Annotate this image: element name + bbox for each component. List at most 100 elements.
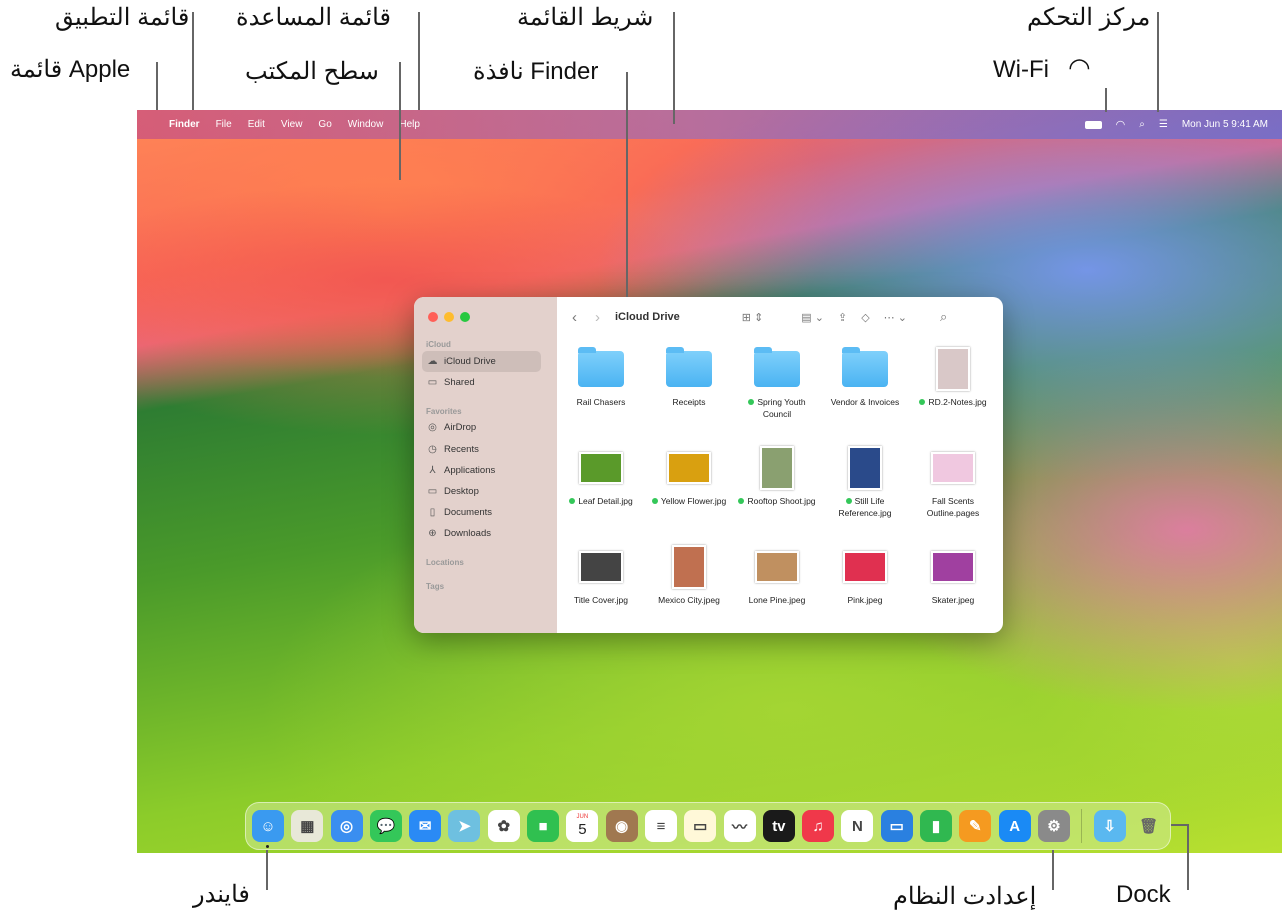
file-item[interactable]: Fall Scents Outline.pages — [909, 446, 997, 545]
search-icon[interactable]: ⌕ — [940, 309, 947, 325]
calendar-icon: 5 — [578, 821, 586, 838]
dock-app-tv[interactable]: tv — [763, 810, 795, 842]
dock-app-reminders[interactable]: ≡ — [645, 810, 677, 842]
spotlight-icon[interactable]: ⌕ — [1139, 119, 1145, 130]
forward-button[interactable]: › — [595, 309, 600, 326]
sidebar-item-recents[interactable]: ◷Recents — [422, 439, 541, 460]
numbers-icon: ▮ — [932, 817, 940, 835]
menu-file[interactable]: File — [216, 119, 232, 130]
sidebar-item-shared[interactable]: ▭Shared — [422, 372, 541, 393]
sidebar-item-label: AirDrop — [444, 422, 476, 433]
more-icon[interactable]: ⋯ ⌄ — [884, 311, 907, 324]
file-item[interactable]: Pink.jpeg — [821, 545, 909, 633]
sidebar-item-documents[interactable]: ▯Documents — [422, 502, 541, 523]
dock-app-freeform[interactable]: 〰 — [724, 810, 756, 842]
file-item[interactable]: Receipts — [645, 347, 733, 446]
menu-edit[interactable]: Edit — [248, 119, 265, 130]
tag-icon[interactable]: ◇ — [861, 311, 869, 324]
callout-system-settings: إعدادت النظام — [893, 882, 1036, 912]
callout-help-menu: قائمة المساعدة — [236, 3, 391, 33]
menu-finder[interactable]: Finder — [169, 119, 200, 130]
file-item[interactable]: Title Cover.jpg — [557, 545, 645, 633]
dock-app-contacts[interactable]: ◉ — [606, 810, 638, 842]
file-item[interactable]: Yellow Flower.jpg — [645, 446, 733, 545]
wifi-icon[interactable]: ◠ — [1116, 118, 1126, 131]
back-button[interactable]: ‹ — [572, 309, 577, 326]
menu-datetime[interactable]: Mon Jun 5 9:41 AM — [1182, 119, 1268, 130]
file-item[interactable]: Still Life Reference.jpg — [821, 446, 909, 545]
dock-app-maps[interactable]: ➤ — [448, 810, 480, 842]
share-icon[interactable]: ⇪ — [838, 311, 847, 324]
close-button[interactable] — [428, 312, 438, 322]
folder-icon — [841, 347, 889, 391]
sidebar-item-icloud-drive[interactable]: ☁iCloud Drive — [422, 351, 541, 372]
dock-trash[interactable]: 🗑 — [1133, 810, 1165, 842]
desktop-icon: ▭ — [427, 486, 438, 497]
sidebar-item-applications[interactable]: ⅄Applications — [422, 460, 541, 481]
sync-status-icon — [569, 498, 575, 504]
menu-go[interactable]: Go — [318, 119, 331, 130]
sidebar-item-desktop[interactable]: ▭Desktop — [422, 481, 541, 502]
callout-menu-bar: شريط القائمة — [517, 3, 653, 33]
file-name: Spring Youth Council — [737, 396, 817, 420]
running-indicator — [266, 845, 269, 848]
menu-window[interactable]: Window — [348, 119, 384, 130]
sidebar-item-downloads[interactable]: ⊕Downloads — [422, 523, 541, 544]
dock-app-notes[interactable]: ▭ — [684, 810, 716, 842]
file-item[interactable]: Mexico City.jpeg — [645, 545, 733, 633]
folder-icon — [753, 347, 801, 391]
dock-app-launchpad[interactable]: ▦ — [291, 810, 323, 842]
file-name: Vendor & Invoices — [831, 396, 900, 408]
menu-view[interactable]: View — [281, 119, 303, 130]
file-name: Pink.jpeg — [848, 594, 883, 606]
dock-app-finder[interactable]: ☺ — [252, 810, 284, 842]
image-thumbnail — [577, 545, 625, 589]
airdrop-icon: ◎ — [427, 422, 438, 433]
dock-app-system-settings[interactable]: ⚙ — [1038, 810, 1070, 842]
dock-app-music[interactable]: ♫ — [802, 810, 834, 842]
dock-app-calendar[interactable]: JUN5 — [566, 810, 598, 842]
document-icon: ▯ — [427, 507, 438, 518]
file-name: Title Cover.jpg — [574, 594, 628, 606]
dock-app-messages[interactable]: 💬 — [370, 810, 402, 842]
file-item[interactable]: Rail Chasers — [557, 347, 645, 446]
minimize-button[interactable] — [444, 312, 454, 322]
dock-app-app-store[interactable]: A — [999, 810, 1031, 842]
file-name: Receipts — [672, 396, 705, 408]
dock-app-news[interactable]: N — [841, 810, 873, 842]
sync-status-icon — [846, 498, 852, 504]
download-icon: ⊕ — [427, 528, 438, 539]
view-options-icon[interactable]: ⊞ ⇕ — [742, 311, 764, 324]
sidebar-item-label: iCloud Drive — [444, 356, 496, 367]
shared-folder-icon: ▭ — [427, 377, 438, 388]
group-icon[interactable]: ▤ ⌄ — [801, 311, 824, 324]
menu-help[interactable]: Help — [399, 119, 420, 130]
zoom-button[interactable] — [460, 312, 470, 322]
leader-line — [266, 850, 268, 890]
file-item[interactable]: Spring Youth Council — [733, 347, 821, 446]
image-thumbnail — [577, 446, 625, 490]
maps-icon: ➤ — [458, 817, 471, 835]
applications-icon: ⅄ — [427, 465, 438, 476]
mail-icon: ✉ — [419, 817, 432, 835]
dock-app-facetime[interactable]: ■ — [527, 810, 559, 842]
dock-app-photos[interactable]: ✿ — [488, 810, 520, 842]
dock-app-keynote[interactable]: ▭ — [881, 810, 913, 842]
file-item[interactable]: Leaf Detail.jpg — [557, 446, 645, 545]
control-center-icon[interactable]: ☰ — [1159, 119, 1168, 130]
dock-app-safari[interactable]: ◎ — [331, 810, 363, 842]
file-item[interactable]: RD.2-Notes.jpg — [909, 347, 997, 446]
leader-line — [418, 12, 420, 110]
dock-app-mail[interactable]: ✉ — [409, 810, 441, 842]
dock-app-numbers[interactable]: ▮ — [920, 810, 952, 842]
file-item[interactable]: Vendor & Invoices — [821, 347, 909, 446]
file-item[interactable]: Skater.jpeg — [909, 545, 997, 633]
sidebar-item-airdrop[interactable]: ◎ AirDrop — [422, 417, 541, 438]
file-item[interactable]: Lone Pine.jpeg — [733, 545, 821, 633]
leader-line — [1157, 12, 1159, 112]
battery-icon[interactable] — [1085, 121, 1102, 129]
dock-downloads-folder[interactable]: ⇩ — [1094, 810, 1126, 842]
sidebar-section-icloud: iCloud — [426, 340, 451, 349]
dock-app-pages[interactable]: ✎ — [959, 810, 991, 842]
file-item[interactable]: Rooftop Shoot.jpg — [733, 446, 821, 545]
